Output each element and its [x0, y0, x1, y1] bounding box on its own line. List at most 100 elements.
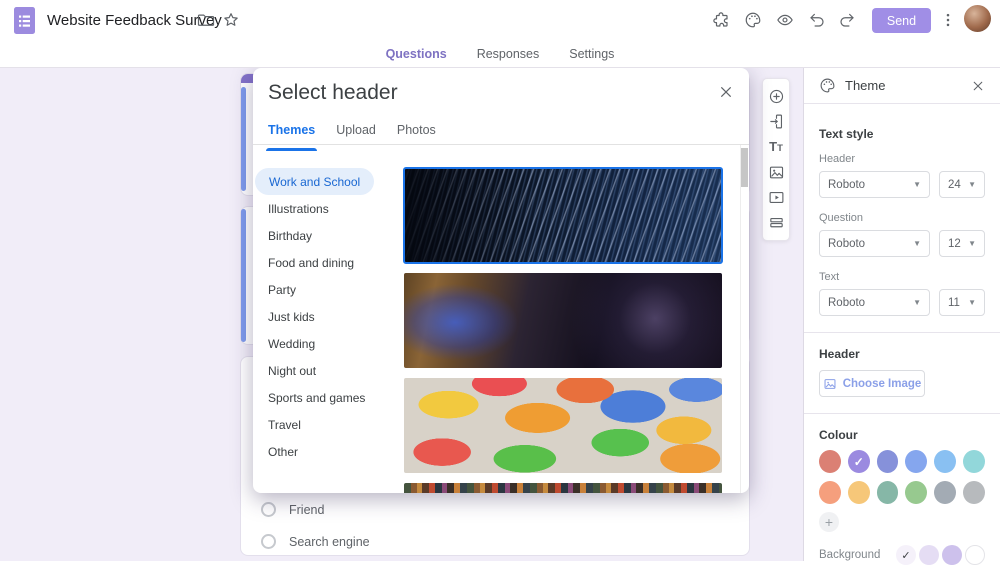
- colour-swatch[interactable]: [934, 450, 956, 473]
- text-font-select[interactable]: Roboto ▼: [819, 289, 930, 316]
- question-size-value: 12: [948, 238, 961, 250]
- theme-panel-header: Theme: [804, 68, 1000, 104]
- question-size-select[interactable]: 12 ▼: [939, 230, 985, 257]
- move-folder-icon[interactable]: [197, 11, 215, 29]
- add-image-icon[interactable]: [768, 164, 785, 181]
- colour-swatch-row: [819, 481, 985, 504]
- answer-option-row[interactable]: Friend: [261, 502, 324, 517]
- colour-swatch[interactable]: [905, 481, 927, 504]
- theme-panel: Theme Text style Header Roboto ▼ 24 ▼ Qu…: [803, 68, 1000, 561]
- colour-swatch[interactable]: [877, 450, 899, 473]
- background-swatch-selected[interactable]: [896, 545, 916, 565]
- colour-swatch-row: [819, 450, 985, 473]
- more-options-kebab-icon[interactable]: [939, 11, 957, 29]
- text-style-heading: Text style: [819, 127, 985, 141]
- add-question-icon[interactable]: [768, 88, 785, 105]
- add-title-description-icon[interactable]: TT: [769, 138, 783, 157]
- category-night-out[interactable]: Night out: [253, 357, 403, 384]
- colour-swatch[interactable]: [934, 481, 956, 504]
- theme-category-list: Work and School Illustrations Birthday F…: [253, 168, 403, 465]
- dialog-scrollbar-thumb[interactable]: [741, 148, 748, 187]
- select-header-dialog: Select header Themes Upload Photos Work …: [253, 68, 749, 493]
- app-topbar: Website Feedback Survey Send: [0, 0, 1000, 40]
- colour-swatch[interactable]: [905, 450, 927, 473]
- header-font-select[interactable]: Roboto ▼: [819, 171, 930, 198]
- choose-image-button[interactable]: Choose Image: [819, 370, 925, 397]
- account-avatar[interactable]: [964, 5, 991, 32]
- background-section: Background: [819, 545, 985, 565]
- document-title[interactable]: Website Feedback Survey: [47, 12, 222, 29]
- header-font-label: Header: [819, 153, 985, 165]
- header-section-heading: Header: [819, 347, 985, 361]
- panel-divider: [804, 413, 1000, 414]
- category-work-and-school[interactable]: Work and School: [255, 168, 374, 195]
- undo-icon[interactable]: [808, 11, 826, 29]
- category-just-kids[interactable]: Just kids: [253, 303, 403, 330]
- text-size-select[interactable]: 11 ▼: [939, 289, 985, 316]
- question-font-value: Roboto: [828, 238, 865, 250]
- header-thumbnail-threads[interactable]: [404, 483, 722, 493]
- theme-panel-title: Theme: [845, 78, 885, 93]
- answer-option-label: Search engine: [289, 535, 370, 549]
- star-icon[interactable]: [222, 11, 240, 29]
- category-sports-and-games[interactable]: Sports and games: [253, 384, 403, 411]
- category-food-and-dining[interactable]: Food and dining: [253, 249, 403, 276]
- focused-card-rail: [241, 209, 246, 342]
- colour-swatch[interactable]: [877, 481, 899, 504]
- colour-swatch[interactable]: [819, 481, 841, 504]
- redo-icon[interactable]: [838, 11, 856, 29]
- colour-swatch[interactable]: [819, 450, 841, 473]
- add-video-icon[interactable]: [768, 189, 785, 206]
- category-birthday[interactable]: Birthday: [253, 222, 403, 249]
- add-custom-colour-button[interactable]: +: [819, 512, 839, 532]
- answer-option-row[interactable]: Search engine: [261, 534, 370, 549]
- colour-swatch[interactable]: [963, 481, 985, 504]
- preview-eye-icon[interactable]: [776, 11, 794, 29]
- colour-swatch[interactable]: [963, 450, 985, 473]
- colour-swatch-selected[interactable]: [848, 450, 870, 473]
- customize-theme-palette-icon[interactable]: [744, 11, 762, 29]
- tab-responses[interactable]: Responses: [475, 43, 542, 65]
- category-party[interactable]: Party: [253, 276, 403, 303]
- form-nav-tabs: Questions Responses Settings: [0, 40, 1000, 68]
- background-swatch[interactable]: [965, 545, 985, 565]
- category-illustrations[interactable]: Illustrations: [253, 195, 403, 222]
- question-font-select[interactable]: Roboto ▼: [819, 230, 930, 257]
- text-size-value: 11: [948, 297, 960, 309]
- colour-section-heading: Colour: [819, 428, 985, 442]
- background-swatch[interactable]: [919, 545, 939, 565]
- add-section-icon[interactable]: [768, 214, 785, 231]
- focused-card-rail: [241, 87, 246, 191]
- import-questions-icon[interactable]: [768, 113, 785, 130]
- chevron-down-icon: ▼: [907, 298, 921, 307]
- tab-settings[interactable]: Settings: [567, 43, 616, 65]
- header-image-thumbnails: [404, 168, 724, 493]
- colour-swatch[interactable]: [848, 481, 870, 504]
- category-travel[interactable]: Travel: [253, 411, 403, 438]
- category-wedding[interactable]: Wedding: [253, 330, 403, 357]
- chevron-down-icon: ▼: [962, 298, 976, 307]
- tab-themes[interactable]: Themes: [268, 123, 315, 145]
- close-icon[interactable]: [971, 79, 985, 93]
- text-font-label: Text: [819, 271, 985, 283]
- header-size-select[interactable]: 24 ▼: [939, 171, 985, 198]
- dialog-body: Work and School Illustrations Birthday F…: [253, 145, 749, 493]
- tab-upload[interactable]: Upload: [336, 123, 376, 145]
- tab-photos[interactable]: Photos: [397, 123, 436, 145]
- header-thumbnail-blue-abstract[interactable]: [404, 168, 722, 263]
- chevron-down-icon: ▼: [907, 239, 921, 248]
- radio-button-icon[interactable]: [261, 534, 276, 549]
- add-ons-puzzle-icon[interactable]: [712, 11, 730, 29]
- panel-divider: [804, 332, 1000, 333]
- header-thumbnail-candy[interactable]: [404, 378, 722, 473]
- close-icon[interactable]: [718, 84, 734, 100]
- header-thumbnail-guitar[interactable]: [404, 273, 722, 368]
- background-swatch-row: [896, 545, 985, 565]
- google-forms-logo-icon[interactable]: [14, 7, 35, 34]
- tab-questions[interactable]: Questions: [384, 43, 449, 65]
- send-button[interactable]: Send: [872, 8, 931, 33]
- category-other[interactable]: Other: [253, 438, 403, 465]
- background-swatch[interactable]: [942, 545, 962, 565]
- insert-toolbar: TT: [762, 78, 790, 241]
- radio-button-icon[interactable]: [261, 502, 276, 517]
